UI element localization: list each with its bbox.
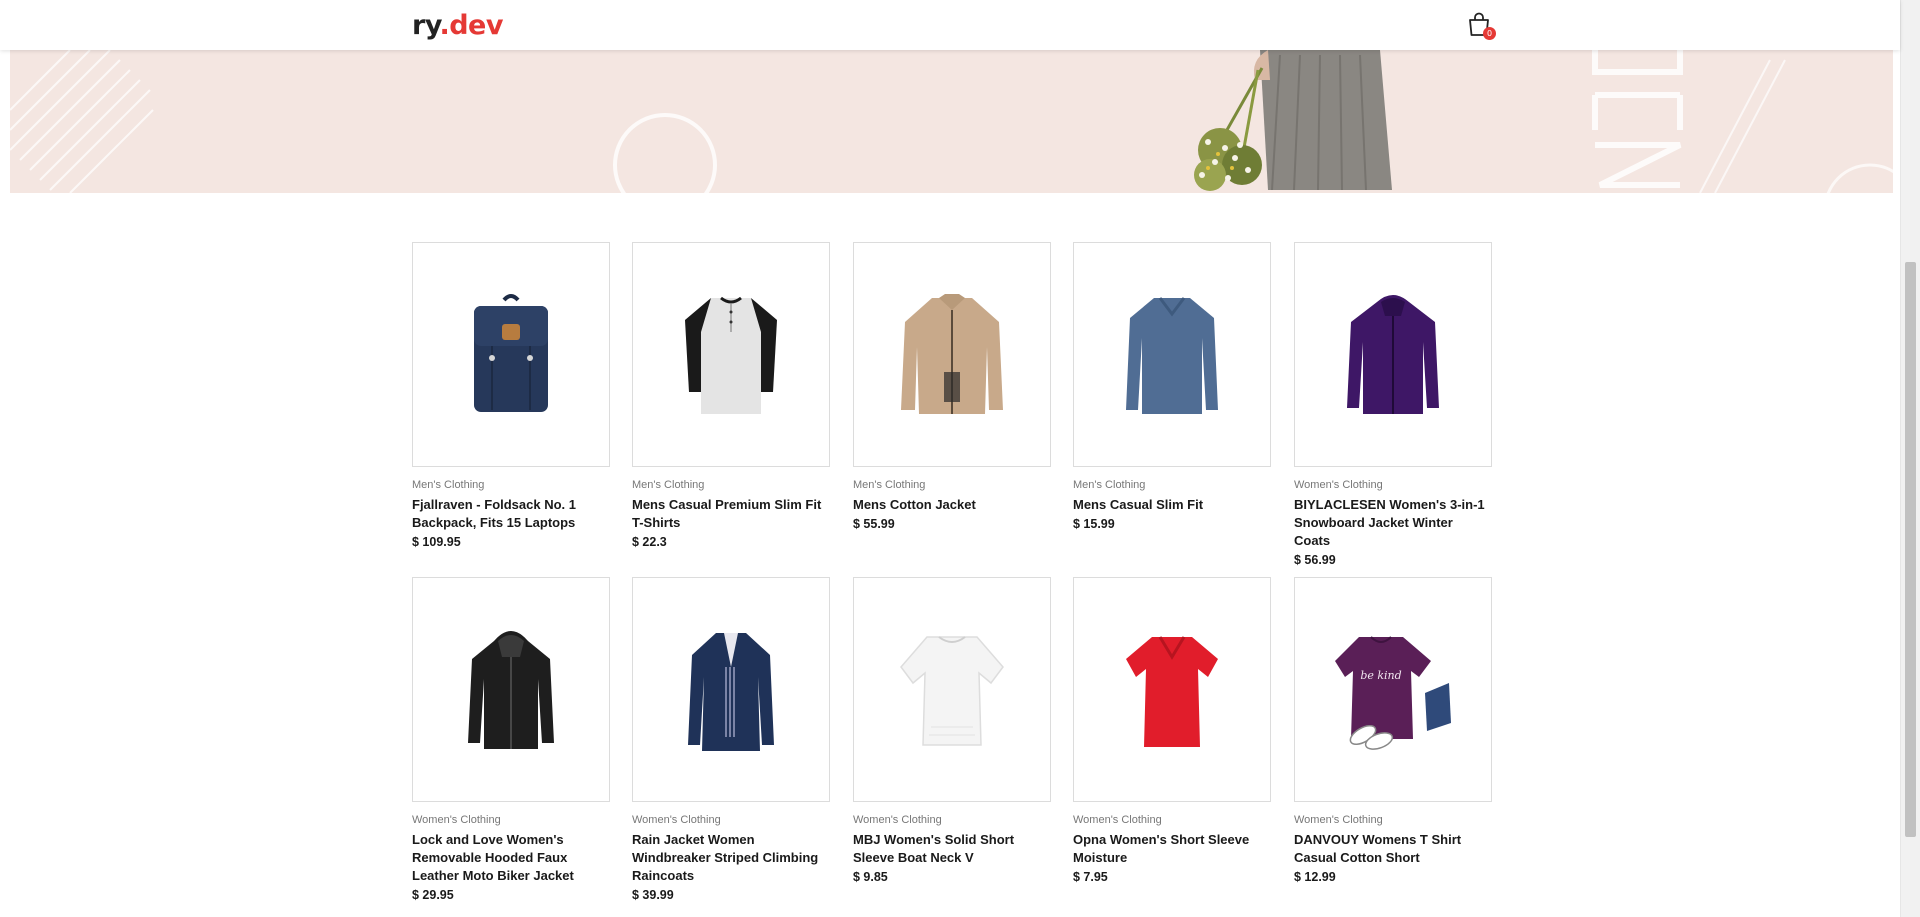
product-title: DANVOUY Womens T Shirt Casual Cotton Sho… <box>1294 832 1462 865</box>
product-card[interactable]: Women's Clothing Opna Women's Short Slee… <box>1073 577 1271 884</box>
scrollbar-thumb[interactable] <box>1905 262 1916 837</box>
site-header: ry.dev 0 <box>0 0 1900 50</box>
product-image <box>412 577 610 802</box>
purple-tee-icon: be kind <box>1335 636 1451 750</box>
product-category: Women's Clothing <box>412 814 501 826</box>
product-title: Rain Jacket Women Windbreaker Striped Cl… <box>632 832 819 883</box>
product-price: $ 39.99 <box>632 888 674 902</box>
product-card[interactable]: Men's Clothing Fjallraven - Foldsack No.… <box>412 242 610 549</box>
cart-button[interactable]: 0 <box>1466 11 1496 41</box>
backpack-icon <box>474 294 548 412</box>
product-category: Men's Clothing <box>853 479 926 491</box>
product-card[interactable]: Men's Clothing Mens Casual Premium Slim … <box>632 242 830 549</box>
product-title: Fjallraven - Foldsack No. 1 Backpack, Fi… <box>412 497 576 530</box>
site-logo[interactable]: ry.dev <box>412 10 503 41</box>
shirt-icon <box>685 296 777 414</box>
jacket-icon <box>901 294 1003 414</box>
product-image <box>853 242 1051 467</box>
product-image <box>1294 242 1492 467</box>
white-top-icon <box>900 636 1004 746</box>
product-image <box>632 577 830 802</box>
product-card[interactable]: Women's Clothing BIYLACLESEN Women's 3-i… <box>1294 242 1492 567</box>
product-title: Mens Casual Slim Fit <box>1073 497 1204 512</box>
product-title: BIYLACLESEN Women's 3-in-1 Snowboard Jac… <box>1294 497 1485 548</box>
product-category: Women's Clothing <box>853 814 942 826</box>
product-category: Men's Clothing <box>1073 479 1146 491</box>
product-category: Women's Clothing <box>1073 814 1162 826</box>
product-image <box>1073 242 1271 467</box>
product-card[interactable]: Women's Clothing MBJ Women's Solid Short… <box>853 577 1051 884</box>
product-card[interactable]: Men's Clothing Mens Cotton Jacket $ 55.9… <box>853 242 1051 531</box>
product-price: $ 55.99 <box>853 517 895 531</box>
product-price: $ 29.95 <box>412 888 454 902</box>
product-price: $ 7.95 <box>1073 870 1108 884</box>
product-category: Men's Clothing <box>632 479 705 491</box>
product-image <box>412 242 610 467</box>
product-category: Men's Clothing <box>412 479 485 491</box>
product-card[interactable]: Women's Clothing Rain Jacket Women Windb… <box>632 577 830 902</box>
hero-banner <box>10 50 1893 193</box>
product-price: $ 9.85 <box>853 870 888 884</box>
long-sleeve-shirt-icon <box>1126 297 1218 414</box>
product-image <box>853 577 1051 802</box>
product-price: $ 109.95 <box>412 535 461 549</box>
product-image: be kind <box>1294 577 1492 802</box>
raincoat-icon <box>688 633 774 751</box>
product-title: Mens Cotton Jacket <box>853 497 976 512</box>
logo-accent: dev <box>449 10 503 41</box>
product-price: $ 12.99 <box>1294 870 1336 884</box>
product-category: Women's Clothing <box>1294 814 1383 826</box>
product-title: MBJ Women's Solid Short Sleeve Boat Neck… <box>853 832 1015 865</box>
snow-jacket-icon <box>1347 295 1439 414</box>
product-card[interactable]: Men's Clothing Mens Casual Slim Fit $ 15… <box>1073 242 1271 531</box>
product-card[interactable]: Women's Clothing Lock and Love Women's R… <box>412 577 610 902</box>
product-title: Opna Women's Short Sleeve Moisture <box>1073 832 1250 865</box>
red-tee-icon <box>1126 636 1218 747</box>
product-card[interactable]: be kind Women's Clothing DANVOUY Womens … <box>1294 577 1492 884</box>
product-image <box>632 242 830 467</box>
product-title: Lock and Love Women's Removable Hooded F… <box>412 832 574 883</box>
product-category: Women's Clothing <box>632 814 721 826</box>
leather-jacket-icon <box>468 631 554 749</box>
product-price: $ 56.99 <box>1294 553 1336 567</box>
tee-print-text: be kind <box>1360 669 1401 682</box>
product-price: $ 15.99 <box>1073 517 1115 531</box>
logo-main: ry <box>412 10 440 41</box>
product-image <box>1073 577 1271 802</box>
product-category: Women's Clothing <box>1294 479 1383 491</box>
product-price: $ 22.3 <box>632 535 667 549</box>
hero-decoration <box>10 50 1893 193</box>
cart-count-badge: 0 <box>1483 27 1496 40</box>
product-title: Mens Casual Premium Slim Fit T-Shirts <box>632 497 822 530</box>
logo-dot: . <box>439 10 450 41</box>
page-scrollbar[interactable] <box>1900 0 1920 917</box>
